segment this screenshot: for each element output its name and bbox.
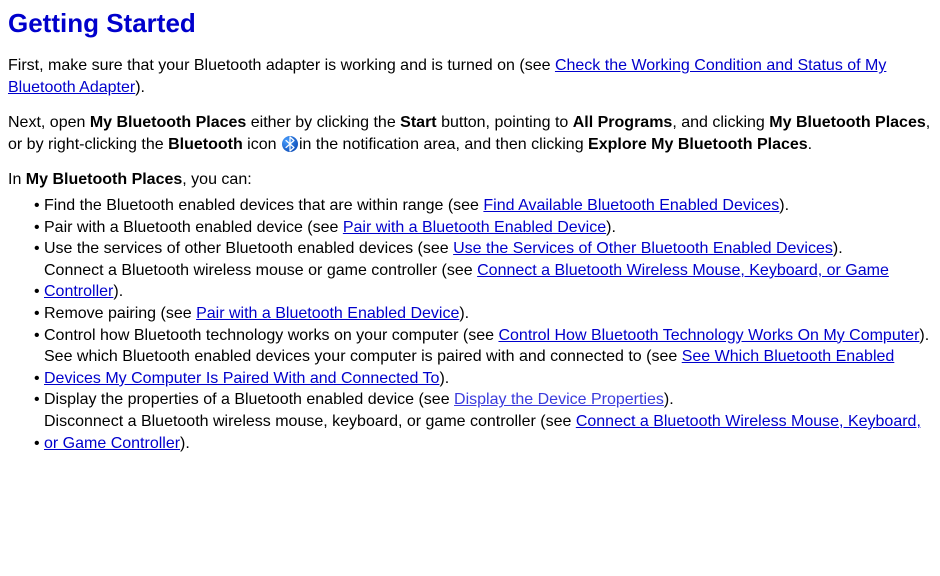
link-find-devices[interactable]: Find Available Bluetooth Enabled Devices [483,197,779,214]
list-item: •Find the Bluetooth enabled devices that… [34,195,932,217]
bullet: • [34,368,40,390]
bullet: • [34,195,40,217]
intro-paragraph-1: First, make sure that your Bluetooth ada… [8,55,932,98]
list-item: •See which Bluetooth enabled devices you… [34,346,932,389]
text: Control how Bluetooth technology works o… [44,327,498,344]
bullet: • [34,217,40,239]
bold-text: Bluetooth [168,136,243,153]
link-display-properties[interactable]: Display the Device Properties [454,391,664,408]
intro-paragraph-2: Next, open My Bluetooth Places either by… [8,112,932,155]
list-item: •Use the services of other Bluetooth ena… [34,238,932,260]
text: ). [439,370,449,387]
text: Next, open [8,114,90,131]
text: In [8,171,26,188]
list-item: •Pair with a Bluetooth enabled device (s… [34,217,932,239]
text: Display the properties of a Bluetooth en… [44,391,454,408]
text: either by clicking the [246,114,400,131]
bullet: • [34,281,40,303]
list-item: •Connect a Bluetooth wireless mouse or g… [34,260,932,303]
bullet: • [34,325,40,347]
text: ). [833,240,843,257]
bullet: • [34,389,40,411]
text: button, pointing to [437,114,573,131]
text: ). [919,327,929,344]
text: Find the Bluetooth enabled devices that … [44,197,483,214]
text: ). [779,197,789,214]
bullet: • [34,433,40,455]
text: ). [113,283,123,300]
bold-text: My Bluetooth Places [90,114,246,131]
text: ). [664,391,674,408]
bold-text: All Programs [573,114,673,131]
text: See which Bluetooth enabled devices your… [44,348,682,365]
list-item: •Display the properties of a Bluetooth e… [34,389,932,411]
text: . [808,136,812,153]
list-item: •Control how Bluetooth technology works … [34,325,932,347]
link-remove-pairing[interactable]: Pair with a Bluetooth Enabled Device [196,305,459,322]
capabilities-list: •Find the Bluetooth enabled devices that… [8,195,932,454]
text: icon [243,136,281,153]
bold-text: Explore My Bluetooth Places [588,136,808,153]
text: , and clicking [672,114,769,131]
text: ). [459,305,469,322]
text: First, make sure that your Bluetooth ada… [8,57,555,74]
link-use-services[interactable]: Use the Services of Other Bluetooth Enab… [453,240,833,257]
page-title: Getting Started [8,6,932,41]
text: Connect a Bluetooth wireless mouse or ga… [44,262,477,279]
text: Use the services of other Bluetooth enab… [44,240,453,257]
text: ). [180,435,190,452]
bold-text: My Bluetooth Places [769,114,925,131]
text: Pair with a Bluetooth enabled device (se… [44,219,343,236]
link-control-bt[interactable]: Control How Bluetooth Technology Works O… [498,327,919,344]
bold-text: Start [400,114,436,131]
text: ). [135,79,145,96]
bullet: • [34,238,40,260]
link-pair-device[interactable]: Pair with a Bluetooth Enabled Device [343,219,606,236]
text: ). [606,219,616,236]
bold-text: My Bluetooth Places [26,171,182,188]
text: , you can: [182,171,251,188]
list-item: •Remove pairing (see Pair with a Bluetoo… [34,303,932,325]
text: Remove pairing (see [44,305,196,322]
bluetooth-icon [282,136,298,152]
text: Disconnect a Bluetooth wireless mouse, k… [44,413,576,430]
list-lead: In My Bluetooth Places, you can: [8,169,932,191]
list-item: •Disconnect a Bluetooth wireless mouse, … [34,411,932,454]
text: in the notification area, and then click… [299,136,588,153]
bullet: • [34,303,40,325]
